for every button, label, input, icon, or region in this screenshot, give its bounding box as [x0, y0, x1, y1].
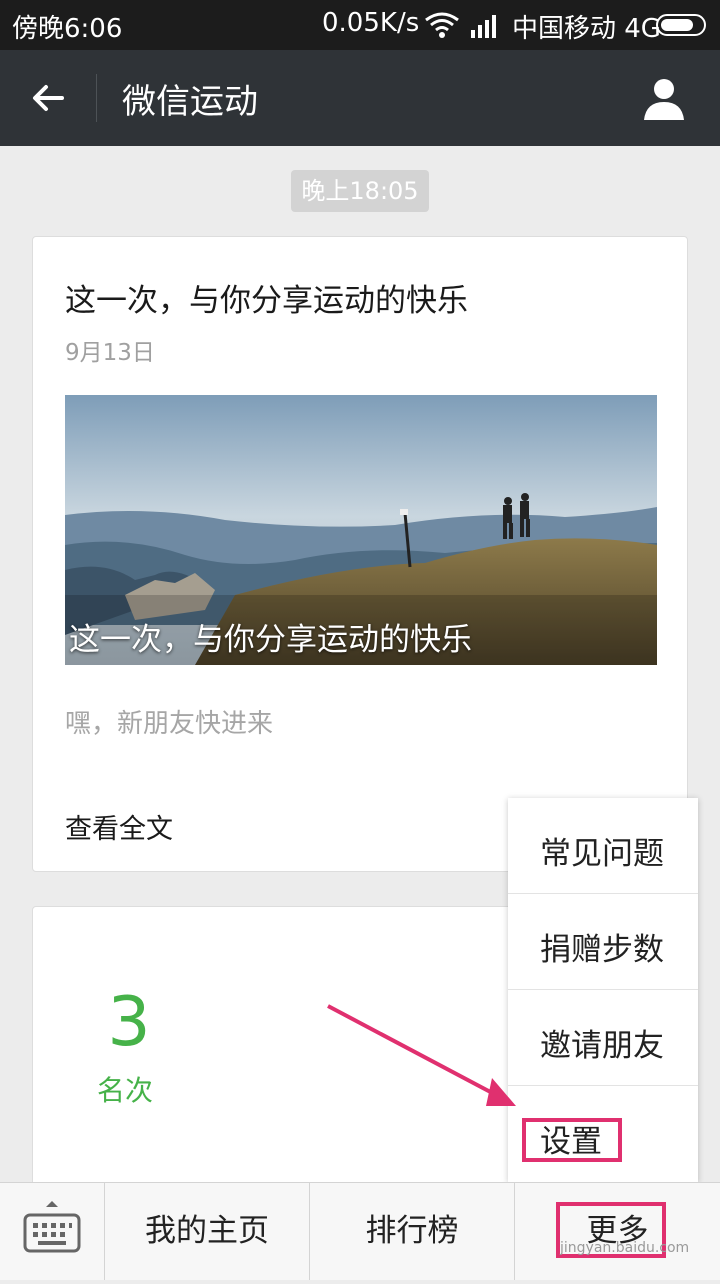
read-more-link[interactable]: 查看全文 — [65, 807, 173, 846]
image-caption: 这一次，与你分享运动的快乐 — [69, 622, 472, 658]
article-cover-image: 这一次，与你分享运动的快乐 — [65, 395, 657, 665]
signal-icon — [471, 15, 496, 38]
person-icon[interactable] — [640, 74, 688, 122]
tab-label: 排行榜 — [365, 1213, 459, 1249]
keyboard-icon — [23, 1201, 81, 1253]
article-card[interactable]: 这一次，与你分享运动的快乐 9月13日 这一次，与你分享运动的快乐 嘿，新朋友快… — [32, 236, 688, 872]
tab-leaderboard[interactable]: 排行榜 — [309, 1183, 514, 1280]
keyboard-toggle-button[interactable] — [0, 1183, 104, 1280]
wifi-icon — [425, 12, 459, 38]
battery-level — [661, 19, 693, 31]
network-speed: 0.05K/s — [322, 8, 420, 38]
tab-my-homepage[interactable]: 我的主页 — [104, 1183, 309, 1280]
rank-label: 名次 — [97, 1074, 154, 1107]
message-timestamp: 晚上18:05 — [291, 170, 429, 212]
menu-item-donate-steps[interactable]: 捐赠步数 — [508, 894, 698, 990]
header-divider — [96, 74, 97, 122]
rank-number: 3 — [107, 983, 151, 1062]
back-arrow-icon[interactable] — [24, 74, 72, 122]
app-header: 微信运动 — [0, 50, 720, 146]
menu-item-label: 邀请朋友 — [540, 1028, 664, 1064]
status-bar: 傍晚6:06 0.05K/s 中国移动 4G — [0, 0, 720, 50]
article-title: 这一次，与你分享运动的快乐 — [65, 283, 468, 319]
page-title: 微信运动 — [122, 82, 258, 122]
menu-item-faq[interactable]: 常见问题 — [508, 798, 698, 894]
tab-label: 我的主页 — [145, 1213, 269, 1249]
menu-item-label: 捐赠步数 — [540, 932, 664, 968]
battery-icon — [656, 14, 706, 36]
article-date: 9月13日 — [65, 340, 155, 366]
menu-item-invite-friends[interactable]: 邀请朋友 — [508, 990, 698, 1086]
status-time: 傍晚6:06 — [12, 14, 123, 44]
settings-highlight-box — [522, 1118, 622, 1162]
article-description: 嘿，新朋友快进来 — [65, 709, 274, 739]
watermark: jingyan.baidu.com — [560, 1240, 690, 1256]
carrier-label: 中国移动 4G — [512, 14, 661, 44]
menu-item-label: 常见问题 — [540, 836, 664, 872]
